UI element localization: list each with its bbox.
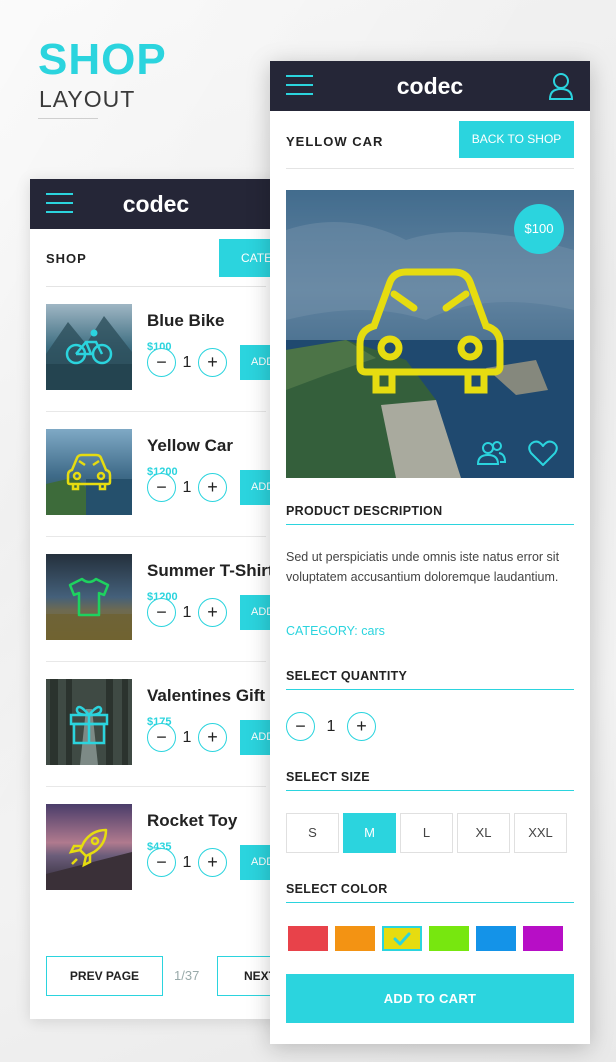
quantity-value: 1 [326, 717, 336, 735]
size-selector: S M L XL XXL [286, 813, 567, 853]
increment-button[interactable]: + [198, 348, 227, 377]
prev-page-button[interactable]: PREV PAGE [46, 956, 163, 996]
quantity-value: 1 [182, 353, 192, 371]
color-swatch-green[interactable] [429, 926, 469, 951]
product-thumbnail [46, 304, 132, 390]
app-bar: codec [270, 61, 590, 111]
color-heading: SELECT COLOR [286, 882, 574, 903]
app-bar: codec [30, 179, 282, 229]
hero-subtitle: LAYOUT [39, 86, 136, 112]
product-thumbnail [46, 429, 132, 515]
page-title: YELLOW CAR [286, 134, 384, 149]
product-description: Sed ut perspiciatis unde omnis iste natu… [286, 550, 560, 584]
gift-icon [46, 679, 132, 765]
heart-icon[interactable] [528, 440, 558, 472]
car-icon [46, 429, 132, 515]
list-item[interactable]: Blue Bike $100 − 1 + ADD [46, 287, 280, 412]
size-option-xxl[interactable]: XXL [514, 813, 567, 853]
color-swatch-yellow[interactable] [382, 926, 422, 951]
product-name[interactable]: Valentines Gift [147, 686, 265, 706]
decrement-button[interactable]: − [147, 848, 176, 877]
hero-title: SHOP [38, 35, 167, 84]
quantity-stepper: − 1 + [147, 473, 227, 502]
quantity-value: 1 [182, 478, 192, 496]
check-icon [393, 932, 411, 946]
quantity-stepper: − 1 + [147, 348, 227, 377]
increment-button[interactable]: + [198, 473, 227, 502]
price-badge: $100 [514, 204, 564, 254]
product-name[interactable]: Yellow Car [147, 436, 233, 456]
shop-list-screen: codec SHOP CATE Blue Bike $100 − 1 + ADD [30, 179, 282, 1019]
color-swatch-red[interactable] [288, 926, 328, 951]
increment-button[interactable]: + [198, 848, 227, 877]
product-name[interactable]: Rocket Toy [147, 811, 237, 831]
app-logo: codec [122, 190, 190, 217]
add-to-cart-button[interactable]: ADD TO CART [286, 974, 574, 1023]
shop-header: SHOP CATE [46, 229, 282, 287]
product-detail-screen: codec YELLOW CAR BACK TO SHOP $100 PRODU… [270, 61, 590, 1044]
product-list: Blue Bike $100 − 1 + ADD Yellow Car $120… [46, 287, 280, 912]
decrement-button[interactable]: − [147, 473, 176, 502]
size-option-xl[interactable]: XL [457, 813, 510, 853]
tshirt-icon [46, 554, 132, 640]
quantity-stepper: − 1 + [147, 723, 227, 752]
page-count: 1/37 [174, 968, 200, 983]
description-heading: PRODUCT DESCRIPTION [286, 504, 574, 525]
product-name[interactable]: Summer T-Shirt [147, 561, 274, 581]
increment-button[interactable]: + [198, 723, 227, 752]
quantity-stepper: − 1 + [286, 712, 376, 741]
size-heading: SELECT SIZE [286, 770, 574, 791]
size-option-m[interactable]: M [343, 813, 396, 853]
color-selector [288, 926, 563, 951]
size-option-s[interactable]: S [286, 813, 339, 853]
share-users-icon[interactable] [476, 440, 507, 472]
decrement-button[interactable]: − [147, 723, 176, 752]
increment-button[interactable]: + [347, 712, 376, 741]
product-thumbnail [46, 554, 132, 640]
menu-icon[interactable] [46, 193, 73, 214]
rocket-icon [46, 804, 132, 890]
list-item[interactable]: Valentines Gift $175 − 1 + ADD [46, 662, 280, 787]
product-thumbnail [46, 804, 132, 890]
hero-divider [38, 118, 98, 119]
decrement-button[interactable]: − [147, 348, 176, 377]
image-actions [476, 440, 558, 472]
size-option-l[interactable]: L [400, 813, 453, 853]
color-swatch-purple[interactable] [523, 926, 563, 951]
app-logo: codec [396, 72, 464, 99]
quantity-value: 1 [182, 853, 192, 871]
car-icon [354, 266, 506, 403]
quantity-heading: SELECT QUANTITY [286, 669, 574, 690]
user-icon[interactable] [548, 72, 574, 105]
quantity-value: 1 [182, 728, 192, 746]
quantity-stepper: − 1 + [147, 848, 227, 877]
menu-icon[interactable] [286, 75, 313, 96]
list-item[interactable]: Yellow Car $1200 − 1 + ADD [46, 412, 280, 537]
pagination: PREV PAGE 1/37 NEXT [46, 956, 282, 996]
back-to-shop-button[interactable]: BACK TO SHOP [459, 121, 574, 158]
color-swatch-blue[interactable] [476, 926, 516, 951]
page-title: SHOP [46, 251, 87, 266]
quantity-stepper: − 1 + [147, 598, 227, 627]
product-thumbnail [46, 679, 132, 765]
decrement-button[interactable]: − [147, 598, 176, 627]
quantity-value: 1 [182, 603, 192, 621]
category-link[interactable]: CATEGORY: cars [286, 624, 385, 638]
list-item[interactable]: Rocket Toy $435 − 1 + ADD [46, 787, 280, 912]
color-swatch-orange[interactable] [335, 926, 375, 951]
product-image: $100 [286, 190, 574, 478]
bike-icon [46, 304, 132, 390]
detail-header: YELLOW CAR BACK TO SHOP [286, 111, 574, 169]
product-name[interactable]: Blue Bike [147, 311, 224, 331]
list-item[interactable]: Summer T-Shirt $1200 − 1 + ADD [46, 537, 280, 662]
increment-button[interactable]: + [198, 598, 227, 627]
decrement-button[interactable]: − [286, 712, 315, 741]
